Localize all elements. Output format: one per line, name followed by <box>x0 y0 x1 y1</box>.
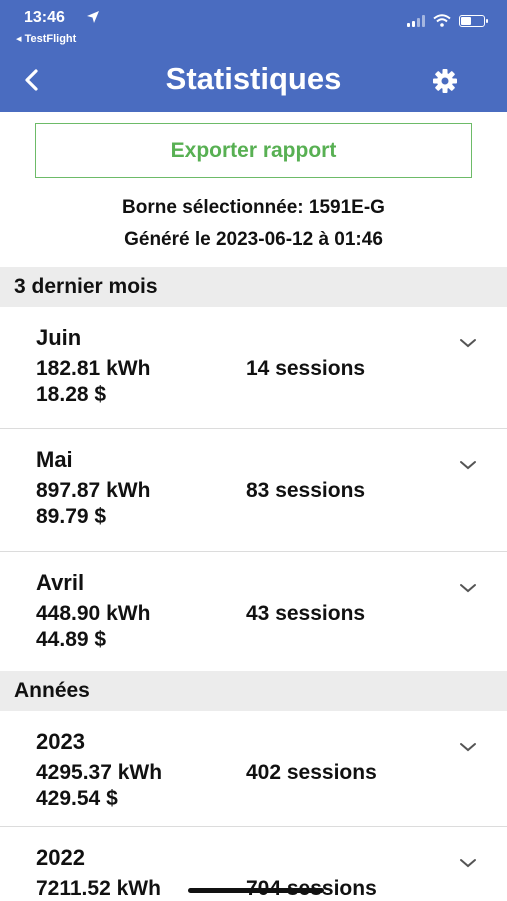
row-cost: 18.28 $ <box>36 383 107 406</box>
row-title: Mai <box>36 447 73 472</box>
row-energy: 897.87 kWh <box>36 479 151 502</box>
stat-row-year[interactable]: 2023 4295.37 kWh 429.54 $ 402 sessions <box>0 711 507 827</box>
chevron-down-icon[interactable] <box>459 337 477 349</box>
chevron-down-icon[interactable] <box>459 857 477 869</box>
chevron-down-icon[interactable] <box>459 582 477 594</box>
export-report-button[interactable]: Exporter rapport <box>35 123 472 178</box>
chevron-down-icon[interactable] <box>459 741 477 753</box>
battery-icon <box>459 14 488 27</box>
row-title: 2023 <box>36 729 85 754</box>
row-sessions: 43 sessions <box>246 602 366 625</box>
row-energy: 182.81 kWh <box>36 357 151 380</box>
row-energy: 4295.37 kWh <box>36 761 163 784</box>
row-cost: 89.79 $ <box>36 505 107 528</box>
row-title: Juin <box>36 325 82 350</box>
section-header-months: 3 dernier mois <box>0 267 507 307</box>
back-to-app-link[interactable]: ◂ TestFlight <box>16 32 76 45</box>
stat-row-month[interactable]: Juin 182.81 kWh 18.28 $ 14 sessions <box>0 307 507 429</box>
row-energy: 7211.52 kWh <box>36 877 161 900</box>
nav-bar: Statistiques <box>0 48 507 112</box>
status-time: 13:46 <box>24 9 65 26</box>
row-cost: 44.89 $ <box>36 628 107 651</box>
signal-icon <box>407 14 425 27</box>
wifi-icon <box>433 14 451 27</box>
home-indicator[interactable] <box>188 888 324 893</box>
row-title: Avril <box>36 570 85 595</box>
generated-date-text: Généré le 2023-06-12 à 01:46 <box>124 229 383 250</box>
row-sessions: 402 sessions <box>246 761 377 784</box>
row-title: 2022 <box>36 845 85 870</box>
status-bar: 13:46 ◂ TestFlight <box>0 0 507 48</box>
row-sessions: 14 sessions <box>246 357 366 380</box>
section-header-years: Années <box>0 671 507 711</box>
status-icons <box>407 14 488 27</box>
row-energy: 448.90 kWh <box>36 602 151 625</box>
location-arrow-icon <box>87 11 99 23</box>
gear-icon[interactable] <box>431 67 459 95</box>
stat-row-month[interactable]: Avril 448.90 kWh 44.89 $ 43 sessions <box>0 552 507 671</box>
chevron-down-icon[interactable] <box>459 459 477 471</box>
selected-station-text: Borne sélectionnée: 1591E-G <box>122 197 385 218</box>
row-cost: 429.54 $ <box>36 787 118 810</box>
stat-row-month[interactable]: Mai 897.87 kWh 89.79 $ 83 sessions <box>0 429 507 552</box>
row-sessions: 83 sessions <box>246 479 366 502</box>
